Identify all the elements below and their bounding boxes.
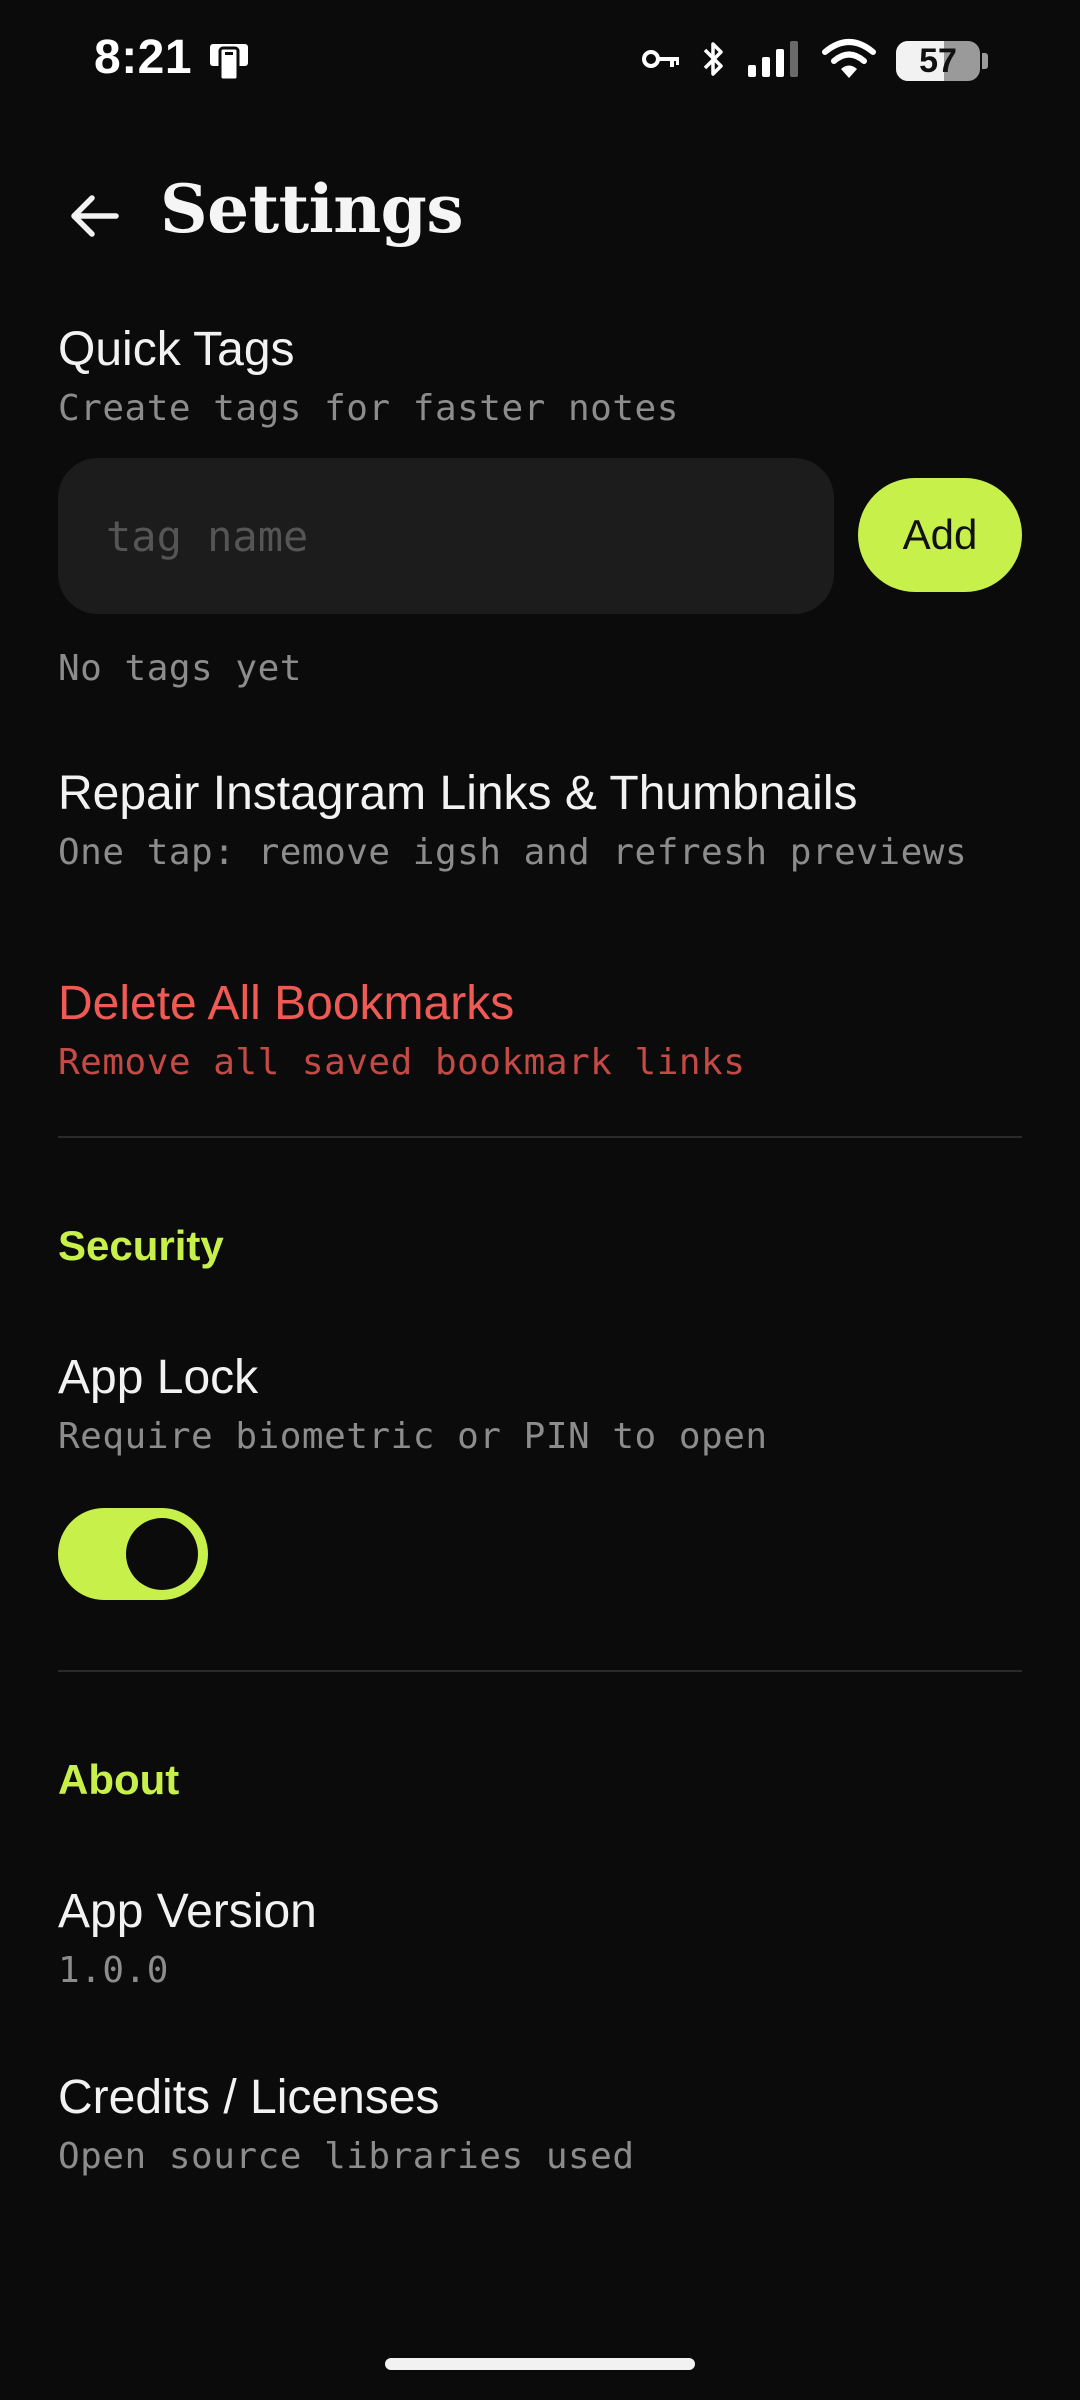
page-title: Settings — [160, 170, 464, 248]
quick-tags-subtitle: Create tags for faster notes — [58, 388, 679, 429]
key-icon — [642, 47, 682, 76]
status-time: 8:21 — [94, 31, 193, 84]
app-lock-subtitle: Require biometric or PIN to open — [58, 1416, 768, 1457]
app-version-title: App Version — [58, 1885, 317, 1938]
credits-licenses-item[interactable]: Credits / Licenses Open source libraries… — [0, 2054, 1080, 2184]
credits-licenses-title: Credits / Licenses — [58, 2071, 440, 2124]
bluetooth-icon — [702, 39, 726, 84]
battery-icon: 57 — [896, 41, 988, 81]
divider — [58, 1136, 1022, 1138]
arrow-left-icon — [71, 195, 119, 237]
wifi-icon — [822, 38, 876, 85]
add-tag-button[interactable]: Add — [858, 478, 1022, 592]
status-icons: 57 — [642, 36, 988, 86]
delete-all-bookmarks-title: Delete All Bookmarks — [58, 977, 515, 1030]
signal-icon — [746, 39, 802, 84]
home-indicator[interactable] — [385, 2358, 695, 2370]
app-version-item: App Version 1.0.0 — [0, 1868, 1080, 1998]
divider — [58, 1670, 1022, 1672]
repair-instagram-subtitle: One tap: remove igsh and refresh preview… — [58, 832, 968, 873]
phone-icon — [206, 38, 252, 84]
app-version-value: 1.0.0 — [58, 1950, 169, 1991]
delete-all-bookmarks-subtitle: Remove all saved bookmark links — [58, 1042, 746, 1083]
quick-tags-title: Quick Tags — [58, 323, 295, 376]
repair-instagram-item[interactable]: Repair Instagram Links & Thumbnails One … — [0, 750, 1080, 890]
toggle-knob — [126, 1518, 198, 1590]
app-lock-title: App Lock — [58, 1351, 259, 1404]
security-section-label: Security — [58, 1222, 224, 1269]
no-tags-text: No tags yet — [58, 648, 302, 689]
credits-licenses-subtitle: Open source libraries used — [58, 2136, 635, 2177]
tag-name-input[interactable] — [58, 458, 834, 614]
about-section-label: About — [58, 1756, 180, 1803]
delete-all-bookmarks-item[interactable]: Delete All Bookmarks Remove all saved bo… — [0, 960, 1080, 1100]
repair-instagram-title: Repair Instagram Links & Thumbnails — [58, 767, 858, 820]
back-button[interactable] — [58, 180, 130, 252]
battery-level: 57 — [919, 41, 957, 80]
app-lock-toggle[interactable] — [58, 1508, 208, 1600]
